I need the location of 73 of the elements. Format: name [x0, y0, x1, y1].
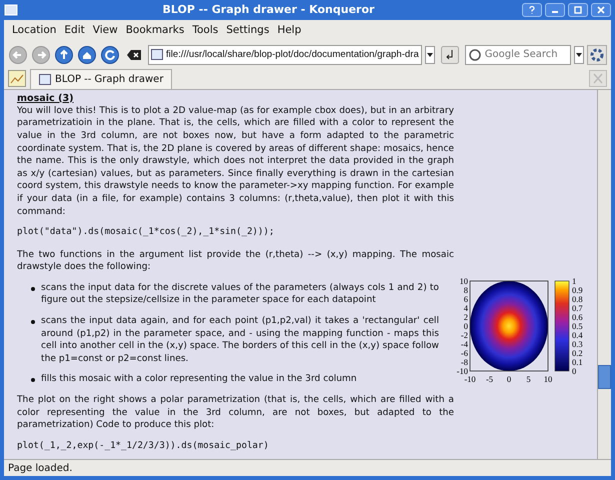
list-item: scans the input data again, and for each point (p1,p2,val) it takes a 'rectangular' cell around (p1,p2) in the parameter space, and - using the mapping function - maps this cell into another cell in the (x,y) space. The borders of this cell in the (x,y) space follow the p1=const or p2=const lines.: [41, 315, 439, 366]
menu-item[interactable]: Settings: [222, 22, 274, 40]
tick-label: 10: [460, 276, 468, 286]
clear-location-icon[interactable]: [127, 50, 141, 60]
new-tab-icon[interactable]: [8, 70, 26, 87]
tick-label: 4: [464, 302, 468, 313]
home-icon[interactable]: [77, 44, 97, 65]
menu-item[interactable]: View: [88, 22, 122, 40]
tick-label: 0.9: [572, 284, 583, 295]
tick-label: 0.6: [572, 312, 583, 322]
tick-label: 2: [464, 312, 468, 322]
list-item: scans the input data for the discrete values of the parameters (always cols 1 and 2) to figure out the stepsize/cellsize in the parameter space for each datapoint: [41, 282, 439, 308]
code-line: plot(_1,_2,exp(-_1*_1/2/3/3)).ds(mosaic_polar): [17, 440, 270, 452]
gear-icon[interactable]: [587, 44, 607, 65]
tick-label: 0: [572, 366, 576, 376]
minimize-button[interactable]: [545, 3, 565, 17]
help-button[interactable]: [522, 3, 542, 17]
page-icon: [39, 74, 51, 85]
tick-label: -8: [460, 356, 468, 367]
tick-label: -2: [460, 330, 468, 340]
location-field[interactable]: file:///usr/local/share/blop-plot/doc/documentation/graph-dra: [148, 44, 422, 65]
tick-label: 0.4: [572, 330, 583, 340]
dropdown-icon[interactable]: [424, 46, 435, 64]
tick-label: 0.5: [572, 320, 583, 331]
tick-label: 0.8: [572, 294, 583, 304]
section-heading: mosaic (3): [17, 92, 75, 105]
paragraph: You will love this! This is to plot a 2D value-map (as for example cbox does), but in an arbitrary parametrizatioin in the plane. That is, the cells, which are filled with a color to represent the value in the 3rd column, are not boxes now, but have a form adapted to the parametric coordinate system. That is, the 2D plane is covered by areas of different shape: mosaics, hence the name. This is the only drawstyle, which does not interpret the data provided in the graph as x/y (cartesian) values, but as parameters. Since finally everything is drawn in the cartesian coord system, this drawstyle needs to know the parameter->xy mapping function. For example if your data (in a file, for example) contains 3 columns: (r,theta,value), then plot it with this command:: [17, 104, 454, 218]
tick-label: 1: [572, 276, 576, 286]
search-field[interactable]: Google Search: [464, 44, 571, 65]
tick-label: 0.7: [572, 302, 583, 313]
tick-label: -10: [456, 366, 468, 376]
reload-icon[interactable]: [100, 44, 120, 65]
bullet-icon: [31, 378, 35, 382]
status-bar: Page loaded.: [4, 459, 611, 476]
menu-item[interactable]: Location: [8, 22, 60, 40]
code-line: plot("data").ds(mosaic(_1*cos(_2),_1*sin(_2)));: [17, 226, 276, 239]
menu-item[interactable]: Bookmarks: [122, 22, 188, 40]
tick-label: 0.2: [572, 348, 583, 358]
scrollbar-thumb[interactable]: [598, 365, 611, 389]
window-title: BLOP -- Graph drawer - Konqueror: [162, 2, 376, 18]
paragraph: The two functions in the argument list provide the (r,theta) --> (x,y) mapping. The mosaic drawstyle does the following:: [17, 248, 454, 274]
dropdown-icon[interactable]: [574, 46, 584, 64]
tick-label: -10: [464, 374, 476, 384]
tick-label: 0: [464, 320, 468, 331]
maximize-button[interactable]: [568, 3, 588, 17]
menu-item[interactable]: Help: [273, 22, 306, 40]
bullet-icon: [31, 286, 35, 291]
search-icon: [468, 48, 482, 62]
menu-item[interactable]: Edit: [60, 22, 89, 40]
go-icon[interactable]: [440, 46, 459, 64]
tick-label: 8: [464, 284, 468, 295]
tick-label: 0.3: [572, 338, 583, 349]
tick-label: 0: [506, 374, 512, 384]
tick-label: -5: [486, 374, 494, 384]
scrollbar[interactable]: [597, 90, 611, 459]
window-icon[interactable]: [4, 4, 18, 16]
bullet-icon: [31, 320, 35, 324]
arrow-up-icon[interactable]: [54, 44, 74, 65]
list-item: fills this mosaic with a color representing the value in the 3rd column: [41, 373, 358, 386]
tick-label: -6: [460, 348, 468, 358]
question-icon: [528, 6, 536, 14]
paragraph: The plot on the right shows a polar parametrization (that is, the cells, which are filled with a color representing the value in the 3rd column, are not boxes, but adapted to the parametrization) Code to produce this plot:: [17, 394, 454, 432]
tick-label: 5: [526, 374, 531, 384]
page-icon: [151, 49, 163, 60]
menu-item[interactable]: Tools: [188, 22, 222, 40]
tick-label: -4: [460, 338, 468, 349]
browser-tab[interactable]: BLOP -- Graph drawer: [30, 68, 172, 89]
maximize-icon: [574, 6, 582, 14]
close-button[interactable]: [591, 3, 611, 17]
tick-label: 10: [544, 374, 552, 384]
tick-label: 6: [464, 294, 468, 304]
tick-label: 0.1: [572, 356, 583, 367]
close-icon: [597, 6, 605, 14]
